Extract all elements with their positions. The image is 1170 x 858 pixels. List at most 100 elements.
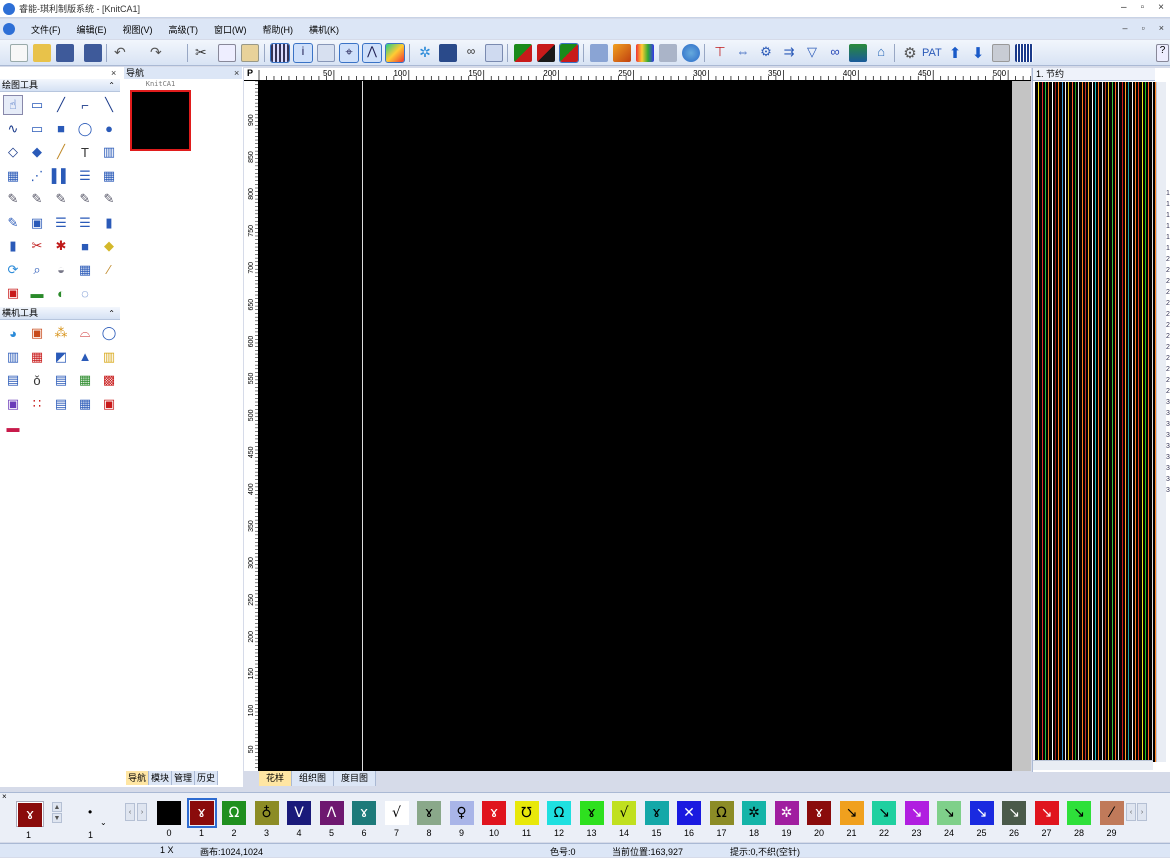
chevron-up-icon[interactable]: ⌃ [108, 307, 115, 320]
crosshair-icon[interactable]: ⌖ [339, 43, 359, 63]
color-swatch-18[interactable]: ✲ [742, 801, 766, 825]
knit-tool-18-icon[interactable]: ▤ [52, 395, 70, 413]
draw-tool-7-icon[interactable]: ▭ [28, 120, 46, 138]
design-canvas[interactable] [259, 81, 1012, 771]
menu-knit-machine[interactable]: 横机(K) [301, 23, 347, 36]
info-icon[interactable]: i [293, 43, 313, 63]
color-swatch-19[interactable]: ✲ [774, 801, 799, 825]
draw-tool-37-icon[interactable]: ⌕ [28, 261, 46, 279]
knit-tool-7-icon[interactable]: ▦ [28, 348, 46, 366]
right-vscroll[interactable] [1156, 82, 1166, 762]
color-swatch-14[interactable]: √ [612, 801, 636, 825]
knit-tool-8-icon[interactable]: ◩ [52, 348, 70, 366]
figure-icon[interactable] [849, 44, 867, 62]
knit-tool-3-icon[interactable]: ⁂ [52, 324, 70, 342]
knit-tool-9-icon[interactable]: ▲ [76, 348, 94, 366]
book-icon[interactable] [590, 44, 608, 62]
color-swatch-12[interactable]: Ω [547, 801, 571, 825]
color-swatch-1[interactable]: ɤ [186, 798, 217, 828]
scroll-right-icon[interactable]: › [1137, 803, 1147, 821]
save-as-icon[interactable] [84, 44, 102, 62]
settings-icon[interactable]: ⚙ [901, 44, 919, 62]
draw-tool-30-icon[interactable]: ▮ [100, 214, 118, 232]
tab-navigate[interactable]: 导航 [126, 771, 150, 785]
doc-close-button[interactable]: × [1159, 23, 1164, 33]
draw-tool-9-icon[interactable]: ◯ [76, 120, 94, 138]
color-swatch-0[interactable] [157, 801, 181, 825]
knit-tool-21-icon[interactable]: ▬ [4, 418, 22, 436]
draw-tool-35-icon[interactable]: ◆ [100, 237, 118, 255]
draw-tool-14-icon[interactable]: T [76, 143, 94, 161]
colorbar-close-icon[interactable]: × [2, 792, 7, 801]
help-icon[interactable]: ? [1156, 44, 1169, 62]
color-swatch-15[interactable]: ɤ [644, 801, 669, 825]
draw-tool-5-icon[interactable]: ╲ [100, 96, 118, 114]
scroll-right-icon[interactable]: › [137, 803, 147, 821]
doc-minimize-button[interactable]: – [1123, 23, 1128, 33]
color-swatch-21[interactable]: ↘ [839, 801, 864, 825]
menu-advanced[interactable]: 高级(T) [161, 23, 207, 36]
knit-tool-4-icon[interactable]: ⌓ [76, 324, 94, 342]
draw-tool-34-icon[interactable]: ■ [76, 237, 94, 255]
color-swatch-2[interactable]: Ω [222, 801, 246, 825]
new-icon[interactable] [10, 44, 28, 62]
knit-tool-20-icon[interactable]: ▣ [100, 395, 118, 413]
knit-tool-5-icon[interactable]: ◯ [100, 324, 118, 342]
draw-tool-31-icon[interactable]: ▮ [4, 237, 22, 255]
draw-tool-18-icon[interactable]: ▌▌ [52, 167, 70, 185]
tools-close-icon[interactable]: × [111, 68, 116, 78]
tab-manage[interactable]: 管理 [172, 771, 196, 785]
close-button[interactable]: × [1158, 2, 1164, 13]
eraser-icon[interactable] [659, 44, 677, 62]
layer-b-icon[interactable] [537, 44, 555, 62]
undo-icon[interactable]: ↶ [114, 44, 132, 62]
draw-tool-23-icon[interactable]: ✎ [52, 190, 70, 208]
loops-icon[interactable]: ∞ [826, 44, 844, 62]
color-swatch-13[interactable]: ɤ [579, 801, 604, 825]
draw-tool-38-icon[interactable]: ◒ [52, 261, 70, 279]
image-icon[interactable] [385, 43, 405, 63]
knit-tool-14-icon[interactable]: ▦ [76, 371, 94, 389]
draw-tool-28-icon[interactable]: ☰ [52, 214, 70, 232]
brush-icon[interactable] [439, 44, 457, 62]
cut-icon[interactable]: ✂ [195, 44, 213, 62]
mirror-icon[interactable]: ⋀ [362, 43, 382, 63]
scroll-left-icon[interactable]: ‹ [125, 803, 135, 821]
menu-edit[interactable]: 编辑(E) [69, 23, 115, 36]
knit-tool-15-icon[interactable]: ▩ [100, 371, 118, 389]
grid-icon[interactable] [270, 43, 290, 63]
knit-tool-13-icon[interactable]: ▤ [52, 371, 70, 389]
minimize-button[interactable]: – [1121, 2, 1127, 13]
scroll-left-icon[interactable]: ‹ [1126, 803, 1136, 821]
arrow-down-icon[interactable]: ⬇ [969, 44, 987, 62]
draw-tool-15-icon[interactable]: ▥ [100, 143, 118, 161]
copy-icon[interactable] [218, 44, 236, 62]
draw-tool-3-icon[interactable]: ╱ [52, 96, 70, 114]
pen-icon[interactable] [613, 44, 631, 62]
knit-tool-1-icon[interactable]: ◕ [4, 324, 22, 342]
draw-tool-40-icon[interactable]: ∕ [100, 261, 118, 279]
knit-tool-19-icon[interactable]: ▦ [76, 395, 94, 413]
draw-tool-4-icon[interactable]: ⌐ [76, 96, 94, 114]
color-swatch-8[interactable]: ɤ [417, 801, 441, 825]
draw-tool-29-icon[interactable]: ☰ [76, 214, 94, 232]
group-knit-tools[interactable]: 横机工具 ⌃ [0, 307, 120, 320]
open-icon[interactable] [33, 44, 51, 62]
palette-icon[interactable] [636, 44, 654, 62]
globe-icon[interactable] [682, 44, 700, 62]
color-swatch-11[interactable]: ℧ [514, 801, 539, 825]
current-color-swatch[interactable]: ɤ [18, 803, 42, 827]
color-swatch-7[interactable]: √ [384, 801, 409, 825]
cam-icon[interactable]: ⇉ [780, 44, 798, 62]
draw-tool-11-icon[interactable]: ◇ [4, 143, 22, 161]
right-hscroll[interactable] [1033, 760, 1153, 770]
draw-tool-10-icon[interactable]: ● [100, 120, 118, 138]
gears-icon[interactable]: ⚙ [757, 44, 775, 62]
pat-label[interactable]: PAT [922, 47, 942, 59]
menu-help[interactable]: 帮助(H) [255, 23, 302, 36]
draw-tool-19-icon[interactable]: ☰ [76, 167, 94, 185]
draw-tool-41-icon[interactable]: ▣ [4, 284, 22, 302]
draw-tool-21-icon[interactable]: ✎ [4, 190, 22, 208]
knit-tool-2-icon[interactable]: ▣ [28, 324, 46, 342]
menu-file[interactable]: 文件(F) [23, 23, 69, 36]
